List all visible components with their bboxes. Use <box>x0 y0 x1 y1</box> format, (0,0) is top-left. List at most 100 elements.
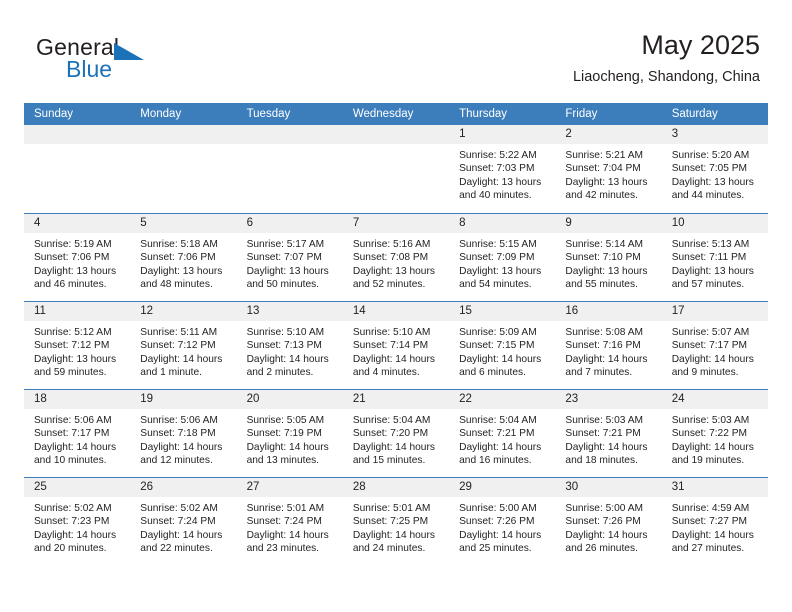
day-daylight1-text: Daylight: 14 hours <box>565 529 648 541</box>
day-number-strip <box>24 125 131 144</box>
calendar-week-row: 25 Sunrise: 5:02 AM Sunset: 7:23 PM Dayligh… <box>24 477 768 565</box>
calendar-day-cell[interactable]: 27 Sunrise: 5:01 AM Sunset: 7:24 PM Dayligh… <box>236 478 343 565</box>
calendar-day-cell[interactable]: 31 Sunrise: 4:59 AM Sunset: 7:27 PM Dayligh… <box>661 478 768 565</box>
calendar-day-cell[interactable]: 11 Sunrise: 5:12 AM Sunset: 7:12 PM Dayligh… <box>24 302 131 389</box>
calendar-day-cell[interactable]: 9 Sunrise: 5:14 AM Sunset: 7:10 PM Daylight… <box>555 214 662 301</box>
day-sun-info: Sunrise: 5:02 AM Sunset: 7:24 PM Daylight:… <box>130 497 236 556</box>
calendar-day-cell[interactable]: 18 Sunrise: 5:06 AM Sunset: 7:17 PM Dayligh… <box>24 390 131 477</box>
calendar-day-cell[interactable]: 8 Sunrise: 5:15 AM Sunset: 7:09 PM Daylight… <box>449 214 556 301</box>
day-number-strip: 8 <box>449 214 556 233</box>
day-sun-info: Sunrise: 5:01 AM Sunset: 7:24 PM Daylight:… <box>237 497 343 556</box>
day-sunrise-text: Sunrise: 5:10 AM <box>352 327 431 338</box>
day-sunrise-text: Sunrise: 5:17 AM <box>246 239 325 250</box>
calendar-weeks: 1 Sunrise: 5:22 AM Sunset: 7:03 PM Daylight… <box>24 125 768 565</box>
calendar-day-cell[interactable]: 22 Sunrise: 5:04 AM Sunset: 7:21 PM Dayligh… <box>449 390 556 477</box>
day-sun-info: Sunrise: 4:59 AM Sunset: 7:27 PM Daylight:… <box>662 497 768 556</box>
day-sun-info: Sunrise: 5:19 AM Sunset: 7:06 PM Daylight:… <box>24 233 130 292</box>
day-sunrise-text: Sunrise: 5:08 AM <box>565 327 643 338</box>
day-sunset-text: Sunset: 7:24 PM <box>140 516 216 528</box>
day-sunset-text: Sunset: 7:25 PM <box>352 516 429 528</box>
day-sunset-text: Sunset: 7:19 PM <box>246 428 322 440</box>
day-number: 22 <box>459 393 472 405</box>
day-sunrise-text: Sunrise: 5:04 AM <box>459 415 537 426</box>
day-sunrise-text: Sunrise: 5:21 AM <box>565 150 643 161</box>
day-sunrise-text: Sunrise: 5:07 AM <box>671 327 750 338</box>
calendar-day-cell[interactable]: 29 Sunrise: 5:00 AM Sunset: 7:26 PM Dayligh… <box>449 478 556 565</box>
day-sunrise-text: Sunrise: 5:03 AM <box>565 415 643 426</box>
day-sunrise-text: Sunrise: 5:05 AM <box>246 415 325 426</box>
day-sunrise-text: Sunrise: 5:03 AM <box>671 415 750 426</box>
calendar-day-cell[interactable]: 6 Sunrise: 5:17 AM Sunset: 7:07 PM Daylight… <box>236 214 343 301</box>
day-sun-info: Sunrise: 5:09 AM Sunset: 7:15 PM Daylight:… <box>449 321 555 380</box>
day-daylight1-text: Daylight: 13 hours <box>34 265 117 277</box>
day-daylight1-text: Daylight: 13 hours <box>34 353 117 365</box>
calendar-day-cell[interactable]: 24 Sunrise: 5:03 AM Sunset: 7:22 PM Dayligh… <box>661 390 768 477</box>
calendar-day-cell[interactable]: 25 Sunrise: 5:02 AM Sunset: 7:23 PM Dayligh… <box>24 478 131 565</box>
day-sunrise-text: Sunrise: 5:00 AM <box>459 503 537 514</box>
day-sunrise-text: Sunrise: 5:09 AM <box>459 327 537 338</box>
calendar-week-row: 4 Sunrise: 5:19 AM Sunset: 7:06 PM Daylight… <box>24 213 768 301</box>
calendar-day-cell[interactable]: 14 Sunrise: 5:10 AM Sunset: 7:14 PM Dayligh… <box>342 302 450 389</box>
day-daylight2-text: and 48 minutes. <box>140 279 213 291</box>
dow-tuesday: Tuesday <box>246 108 291 120</box>
day-daylight2-text: and 52 minutes. <box>352 279 426 291</box>
day-sunset-text: Sunset: 7:03 PM <box>459 163 535 175</box>
day-daylight1-text: Daylight: 14 hours <box>459 441 542 453</box>
calendar-day-cell[interactable]: 17 Sunrise: 5:07 AM Sunset: 7:17 PM Dayligh… <box>661 302 768 389</box>
day-sun-info: Sunrise: 5:03 AM Sunset: 7:22 PM Daylight:… <box>662 409 768 468</box>
calendar-day-cell[interactable]: 7 Sunrise: 5:16 AM Sunset: 7:08 PM Daylight… <box>342 214 450 301</box>
calendar-day-cell[interactable]: 5 Sunrise: 5:18 AM Sunset: 7:06 PM Daylight… <box>130 214 237 301</box>
day-daylight2-text: and 46 minutes. <box>34 279 107 291</box>
day-sun-info: Sunrise: 5:07 AM Sunset: 7:17 PM Daylight:… <box>662 321 768 380</box>
day-number: 19 <box>140 393 154 405</box>
day-sunrise-text: Sunrise: 5:02 AM <box>140 503 218 514</box>
calendar-day-cell[interactable]: 4 Sunrise: 5:19 AM Sunset: 7:06 PM Daylight… <box>24 214 131 301</box>
day-daylight2-text: and 59 minutes. <box>34 367 107 379</box>
calendar-day-cell[interactable]: 1 Sunrise: 5:22 AM Sunset: 7:03 PM Daylight… <box>449 125 556 213</box>
day-number: 9 <box>565 217 572 229</box>
day-number-strip: 7 <box>342 214 450 233</box>
day-sun-info: Sunrise: 5:21 AM Sunset: 7:04 PM Daylight:… <box>555 144 661 203</box>
day-sunrise-text: Sunrise: 5:19 AM <box>34 239 112 250</box>
day-daylight2-text: and 27 minutes. <box>671 543 745 555</box>
day-daylight2-text: and 26 minutes. <box>565 543 638 555</box>
day-number-strip: 31 <box>661 478 768 497</box>
day-number-strip: 5 <box>130 214 237 233</box>
calendar-day-cell[interactable]: 10 Sunrise: 5:13 AM Sunset: 7:11 PM Dayligh… <box>661 214 768 301</box>
calendar-day-cell[interactable]: 21 Sunrise: 5:04 AM Sunset: 7:20 PM Dayligh… <box>342 390 450 477</box>
brand-logo[interactable]: General Blue <box>36 34 236 90</box>
calendar-day-cell[interactable]: 3 Sunrise: 5:20 AM Sunset: 7:05 PM Daylight… <box>661 125 768 213</box>
calendar-day-cell[interactable]: 30 Sunrise: 5:00 AM Sunset: 7:26 PM Dayligh… <box>555 478 662 565</box>
calendar-day-cell[interactable]: 12 Sunrise: 5:11 AM Sunset: 7:12 PM Dayligh… <box>130 302 237 389</box>
day-daylight1-text: Daylight: 14 hours <box>352 353 435 365</box>
day-number: 28 <box>352 481 366 493</box>
day-number-strip: 23 <box>555 390 662 409</box>
dow-friday: Friday <box>565 108 598 120</box>
calendar-day-cell[interactable]: 26 Sunrise: 5:02 AM Sunset: 7:24 PM Dayligh… <box>130 478 237 565</box>
calendar-day-cell[interactable]: 13 Sunrise: 5:10 AM Sunset: 7:13 PM Dayligh… <box>236 302 343 389</box>
day-daylight1-text: Daylight: 14 hours <box>352 441 435 453</box>
day-sun-info: Sunrise: 5:00 AM Sunset: 7:26 PM Daylight:… <box>449 497 555 556</box>
day-sunset-text: Sunset: 7:12 PM <box>140 340 216 352</box>
day-sunset-text: Sunset: 7:14 PM <box>352 340 429 352</box>
calendar-day-cell[interactable]: 28 Sunrise: 5:01 AM Sunset: 7:25 PM Dayligh… <box>342 478 450 565</box>
day-sun-info: Sunrise: 5:10 AM Sunset: 7:13 PM Daylight:… <box>237 321 343 380</box>
calendar-day-cell[interactable]: 15 Sunrise: 5:09 AM Sunset: 7:15 PM Dayligh… <box>449 302 556 389</box>
dow-wednesday: Wednesday <box>352 108 414 120</box>
day-sun-info: Sunrise: 5:18 AM Sunset: 7:06 PM Daylight:… <box>130 233 236 292</box>
day-daylight1-text: Daylight: 13 hours <box>352 265 435 277</box>
calendar-day-cell[interactable]: 2 Sunrise: 5:21 AM Sunset: 7:04 PM Daylight… <box>555 125 662 213</box>
day-number-strip: 22 <box>449 390 556 409</box>
day-number-strip: 3 <box>661 125 768 144</box>
day-daylight2-text: and 24 minutes. <box>352 543 426 555</box>
dow-sunday: Sunday <box>34 108 74 120</box>
day-sunset-text: Sunset: 7:26 PM <box>459 516 535 528</box>
calendar-day-cell[interactable]: 23 Sunrise: 5:03 AM Sunset: 7:21 PM Dayligh… <box>555 390 662 477</box>
day-sun-info: Sunrise: 5:17 AM Sunset: 7:07 PM Daylight:… <box>237 233 343 292</box>
day-daylight2-text: and 9 minutes. <box>671 367 739 379</box>
day-daylight1-text: Daylight: 14 hours <box>140 529 223 541</box>
calendar-day-cell[interactable]: 19 Sunrise: 5:06 AM Sunset: 7:18 PM Dayligh… <box>130 390 237 477</box>
calendar-day-cell[interactable]: 20 Sunrise: 5:05 AM Sunset: 7:19 PM Dayligh… <box>236 390 343 477</box>
day-daylight1-text: Daylight: 14 hours <box>671 353 754 365</box>
calendar-day-cell[interactable]: 16 Sunrise: 5:08 AM Sunset: 7:16 PM Dayligh… <box>555 302 662 389</box>
